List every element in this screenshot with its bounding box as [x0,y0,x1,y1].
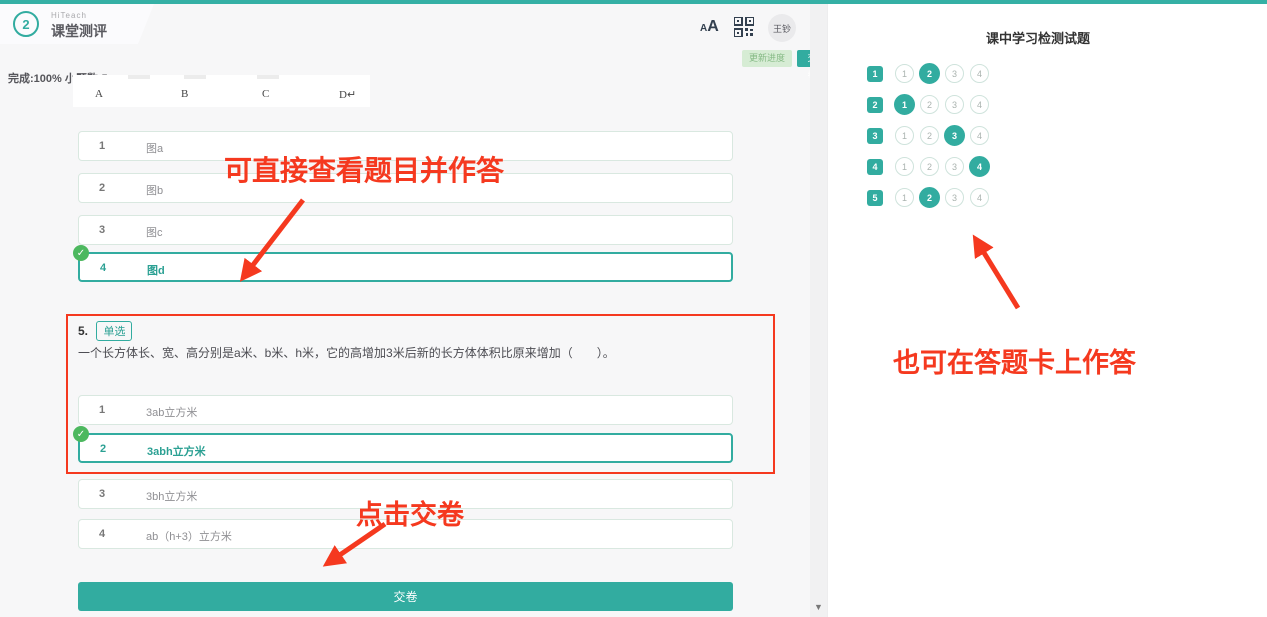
question-image: A B C D↵ [73,75,370,107]
option-text: 图a [146,140,163,156]
answer-q3-choice-4[interactable]: 4 [970,126,989,145]
option-number: 2 [99,182,105,194]
question-number: 5. [78,324,88,338]
question-number-badge: 4 [867,159,883,175]
q4-option-3[interactable]: 3 图c [78,215,733,245]
q4-option-1[interactable]: 1 图a [78,131,733,161]
answer-q3-choice-2[interactable]: 2 [920,126,939,145]
top-accent-bar [0,0,1267,4]
q4-option-2[interactable]: 2 图b [78,173,733,203]
question-number-badge: 1 [867,66,883,82]
option-number: 4 [100,262,106,274]
answer-q1-choice-4[interactable]: 4 [970,64,989,83]
image-fragment [257,75,279,79]
q5-option-4[interactable]: 4 ab（h+3）立方米 [78,519,733,549]
check-icon: ✓ [73,245,89,261]
answer-q4-choice-3[interactable]: 3 [945,157,964,176]
image-fragment [184,75,206,79]
answer-q4-choice-2[interactable]: 2 [920,157,939,176]
option-text: 3abh立方米 [147,443,206,459]
scroll-down-icon[interactable]: ▼ [814,602,823,612]
option-text: 图b [146,182,163,198]
answer-q1-choice-1[interactable]: 1 [895,64,914,83]
page-title: 课堂测评 [51,21,107,41]
answer-q5-choice-1[interactable]: 1 [895,188,914,207]
column-letter-d: D↵ [339,88,356,101]
qr-code-icon[interactable] [734,17,754,42]
question5-header: 5. 单选 [78,321,132,341]
option-number: 3 [99,488,105,500]
app-header-card: 2 HiTeach 课堂测评 [0,4,154,44]
answer-q3-choice-1[interactable]: 1 [895,126,914,145]
quiz-panel: 2 HiTeach 课堂测评 AA 王钞 完成:100% 小题数:5 更新进度 … [0,4,827,617]
option-number: 3 [99,224,105,236]
answer-q2-choice-1[interactable]: 1 [894,94,915,115]
submit-paper-button[interactable]: 交卷 [78,582,733,611]
answer-q4-choice-4[interactable]: 4 [969,156,990,177]
answer-q1-choice-3[interactable]: 3 [945,64,964,83]
column-letter-b: B [181,88,188,100]
answer-q5-choice-4[interactable]: 4 [970,188,989,207]
column-letter-c: C [262,88,269,100]
update-progress-button[interactable]: 更新进度 [742,50,792,67]
app-name: HiTeach [51,11,87,20]
question5-text: 一个长方体长、宽、高分别是a米、b米、h米，它的高增加3米后新的长方体体积比原来… [78,344,728,361]
question-type-badge: 单选 [96,321,132,341]
answer-q4-choice-1[interactable]: 1 [895,157,914,176]
option-text: 3bh立方米 [146,488,197,504]
option-text: 3ab立方米 [146,404,197,420]
column-letter-a: A [95,88,103,100]
answer-q5-choice-2[interactable]: 2 [919,187,940,208]
font-size-icon[interactable]: AA [700,18,719,36]
avatar[interactable]: 王钞 [768,14,796,42]
step-badge: 2 [13,11,39,37]
scrollbar[interactable]: ▼ [810,4,827,617]
answer-card-title: 课中学习检测试题 [828,28,1248,47]
answer-q3-choice-3[interactable]: 3 [944,125,965,146]
option-number: 4 [99,528,105,540]
option-text: 图c [146,224,163,240]
answer-q2-choice-4[interactable]: 4 [970,95,989,114]
option-number: 2 [100,443,106,455]
answer-q2-choice-2[interactable]: 2 [920,95,939,114]
check-icon: ✓ [73,426,89,442]
toolbar: AA 王钞 [690,14,820,42]
q5-option-2[interactable]: ✓23abh立方米 [78,433,733,463]
option-text: 图d [147,262,165,278]
q5-option-1[interactable]: 1 3ab立方米 [78,395,733,425]
question-number-badge: 5 [867,190,883,206]
answer-card-panel: 课中学习检测试题 1123421234312344123451234 [827,4,1267,617]
question-number-badge: 3 [867,128,883,144]
answer-q5-choice-3[interactable]: 3 [945,188,964,207]
q4-option-4[interactable]: ✓4图d [78,252,733,282]
question-number-badge: 2 [867,97,883,113]
q5-option-3[interactable]: 3 3bh立方米 [78,479,733,509]
answer-q1-choice-2[interactable]: 2 [919,63,940,84]
option-text: ab（h+3）立方米 [146,528,232,544]
image-fragment [128,75,150,79]
option-number: 1 [99,404,105,416]
answer-q2-choice-3[interactable]: 3 [945,95,964,114]
option-number: 1 [99,140,105,152]
